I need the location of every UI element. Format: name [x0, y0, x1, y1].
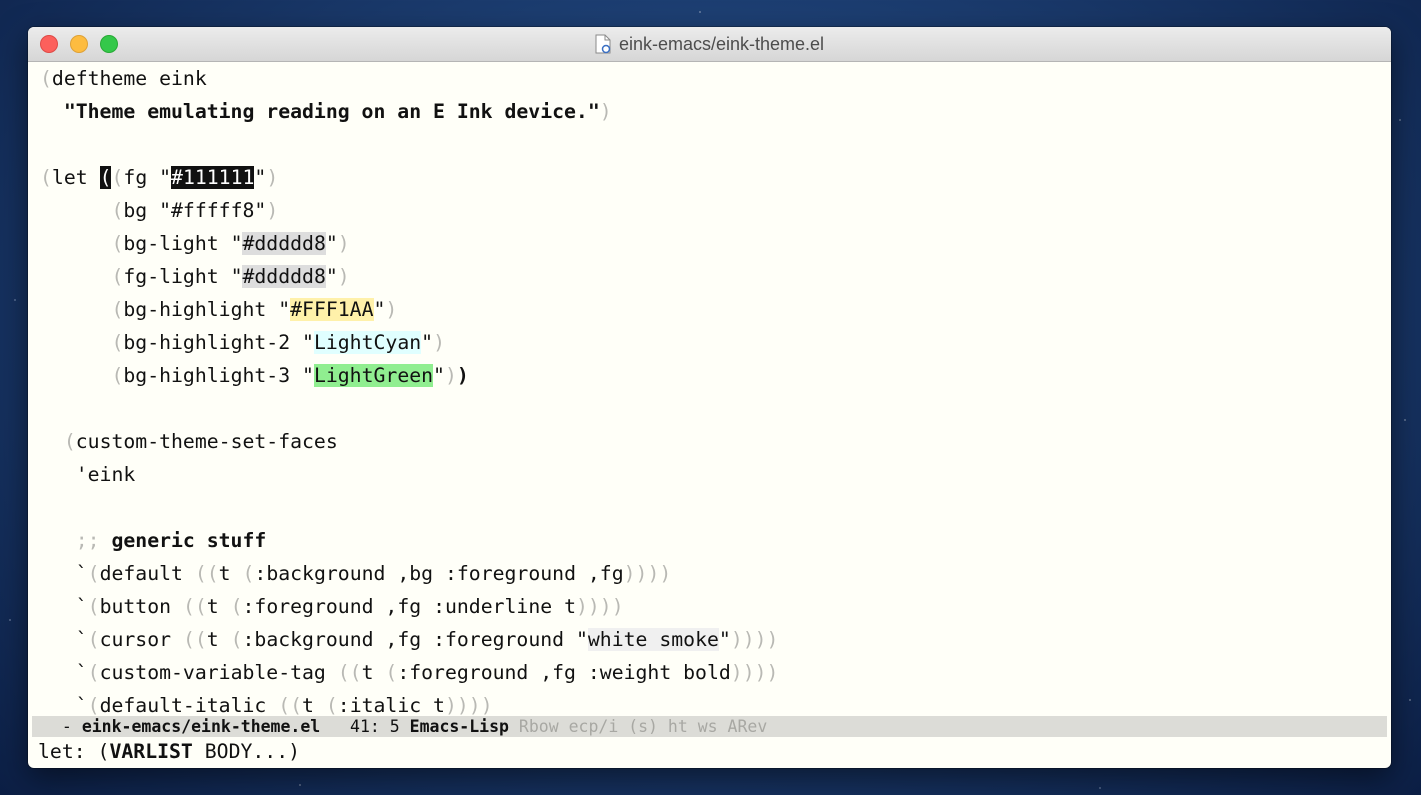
code-line-bg: (bg "#fffff8") — [111, 199, 279, 222]
window-title-area: eink-emacs/eink-theme.el — [28, 27, 1391, 61]
color-swatch-green: LightGreen — [313, 364, 434, 387]
code-line-default-italic: `(default-italic ((t (:italic t)))) — [40, 694, 493, 715]
buffer-name[interactable]: eink-emacs/eink-theme.el — [82, 717, 320, 736]
code-line-comment: ;; generic stuff — [75, 529, 267, 552]
code-line-bg-highlight-3: (bg-highlight-3 "LightGreen")) — [111, 364, 469, 387]
code-line-fg-light: (fg-light "#ddddd8") — [111, 265, 350, 288]
emacs-window: eink-emacs/eink-theme.el (deftheme eink … — [28, 27, 1391, 768]
color-swatch-highlight: #FFF1AA — [290, 298, 374, 321]
color-swatch-bg-light: #ddddd8 — [242, 232, 326, 255]
color-swatch-fg-light: #ddddd8 — [242, 265, 326, 288]
major-mode[interactable]: Emacs-Lisp — [410, 717, 509, 736]
code-line-let: (let ((fg "#111111") — [40, 166, 279, 189]
text-cursor: ( — [99, 166, 112, 189]
eldoc-current-arg: VARLIST — [109, 740, 193, 763]
mode-line[interactable]: - eink-emacs/eink-theme.el 41: 5 Emacs-L… — [32, 716, 1387, 737]
code-line-button-face: `(button ((t (:foreground ,fg :underline… — [40, 595, 624, 618]
editor-buffer[interactable]: (deftheme eink "Theme emulating reading … — [28, 62, 1391, 715]
document-icon[interactable] — [595, 34, 611, 54]
color-swatch-white-smoke: white smoke — [587, 628, 719, 651]
code-line-default-face: `(default ((t (:background ,bg :foregrou… — [40, 562, 672, 585]
cursor-position: 41: 5 — [320, 717, 410, 736]
code-line-quote-eink: 'eink — [75, 463, 136, 486]
code-line-custom-variable-tag: `(custom-variable-tag ((t (:foreground ,… — [40, 661, 779, 684]
code-line-custom-faces: (custom-theme-set-faces — [63, 430, 338, 453]
color-swatch-cyan: LightCyan — [313, 331, 422, 354]
window-title: eink-emacs/eink-theme.el — [618, 33, 825, 54]
color-swatch-fg: #111111 — [171, 166, 255, 189]
code-line-bg-light: (bg-light "#ddddd8") — [111, 232, 350, 255]
modified-status: - — [52, 717, 82, 736]
code-line-2: "Theme emulating reading on an E Ink dev… — [63, 100, 612, 123]
code-line-bg-highlight: (bg-highlight "#FFF1AA") — [111, 298, 398, 321]
minor-modes[interactable]: Rbow ecp/i (s) ht ws ARev — [509, 717, 767, 736]
title-bar[interactable]: eink-emacs/eink-theme.el — [28, 27, 1391, 62]
minibuffer[interactable]: let: (VARLIST BODY...) — [38, 739, 300, 765]
code-line-1: (deftheme eink — [40, 67, 207, 90]
code-line-cursor-face: `(cursor ((t (:background ,fg :foregroun… — [40, 628, 779, 651]
code-line-bg-highlight-2: (bg-highlight-2 "LightCyan") — [111, 331, 445, 354]
